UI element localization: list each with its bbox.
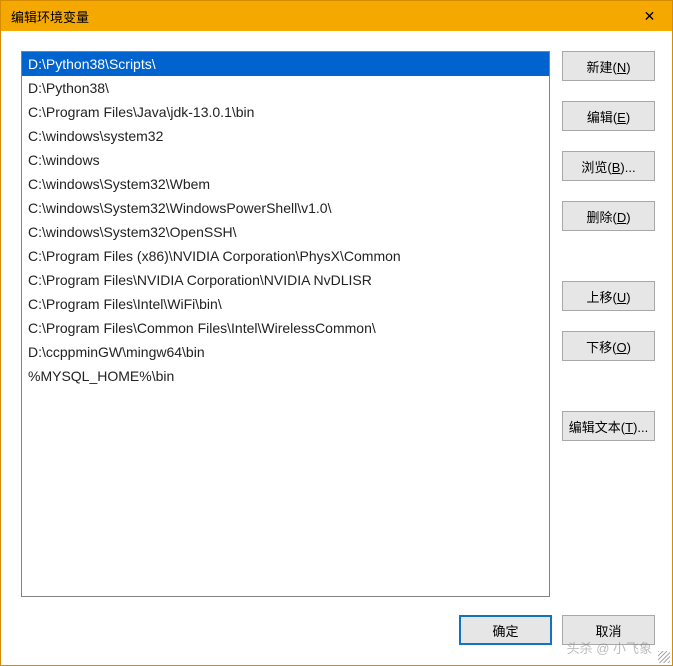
close-button[interactable]: ✕ xyxy=(627,1,672,31)
list-item[interactable]: C:\Program Files\Java\jdk-13.0.1\bin xyxy=(22,100,549,124)
close-icon: ✕ xyxy=(644,8,656,25)
list-item[interactable]: C:\windows\System32\WindowsPowerShell\v1… xyxy=(22,196,549,220)
list-item[interactable]: C:\Program Files\NVIDIA Corporation\NVID… xyxy=(22,268,549,292)
delete-button[interactable]: 删除(D) xyxy=(562,201,655,231)
list-item[interactable]: D:\Python38\ xyxy=(22,76,549,100)
dialog-footer: 确定 取消 xyxy=(1,607,672,660)
browse-button[interactable]: 浏览(B)... xyxy=(562,151,655,181)
button-column: 新建(N) 编辑(E) 浏览(B)... 删除(D) 上移(U) 下移(O) 编… xyxy=(562,51,655,597)
list-item[interactable]: C:\Program Files (x86)\NVIDIA Corporatio… xyxy=(22,244,549,268)
new-button[interactable]: 新建(N) xyxy=(562,51,655,81)
content-area: D:\Python38\Scripts\D:\Python38\C:\Progr… xyxy=(1,31,672,607)
list-item[interactable]: C:\windows xyxy=(22,148,549,172)
move-up-button[interactable]: 上移(U) xyxy=(562,281,655,311)
list-item[interactable]: D:\ccppminGW\mingw64\bin xyxy=(22,340,549,364)
list-item[interactable]: D:\Python38\Scripts\ xyxy=(22,52,549,76)
list-item[interactable]: C:\windows\system32 xyxy=(22,124,549,148)
edit-text-button[interactable]: 编辑文本(T)... xyxy=(562,411,655,441)
cancel-button[interactable]: 取消 xyxy=(562,615,655,645)
ok-button[interactable]: 确定 xyxy=(459,615,552,645)
list-item[interactable]: C:\windows\System32\Wbem xyxy=(22,172,549,196)
path-listbox[interactable]: D:\Python38\Scripts\D:\Python38\C:\Progr… xyxy=(21,51,550,597)
edit-button[interactable]: 编辑(E) xyxy=(562,101,655,131)
window-title: 编辑环境变量 xyxy=(11,7,89,26)
list-item[interactable]: C:\windows\System32\OpenSSH\ xyxy=(22,220,549,244)
list-item[interactable]: C:\Program Files\Intel\WiFi\bin\ xyxy=(22,292,549,316)
list-item[interactable]: C:\Program Files\Common Files\Intel\Wire… xyxy=(22,316,549,340)
titlebar: 编辑环境变量 ✕ xyxy=(1,1,672,31)
list-item[interactable]: %MYSQL_HOME%\bin xyxy=(22,364,549,388)
move-down-button[interactable]: 下移(O) xyxy=(562,331,655,361)
